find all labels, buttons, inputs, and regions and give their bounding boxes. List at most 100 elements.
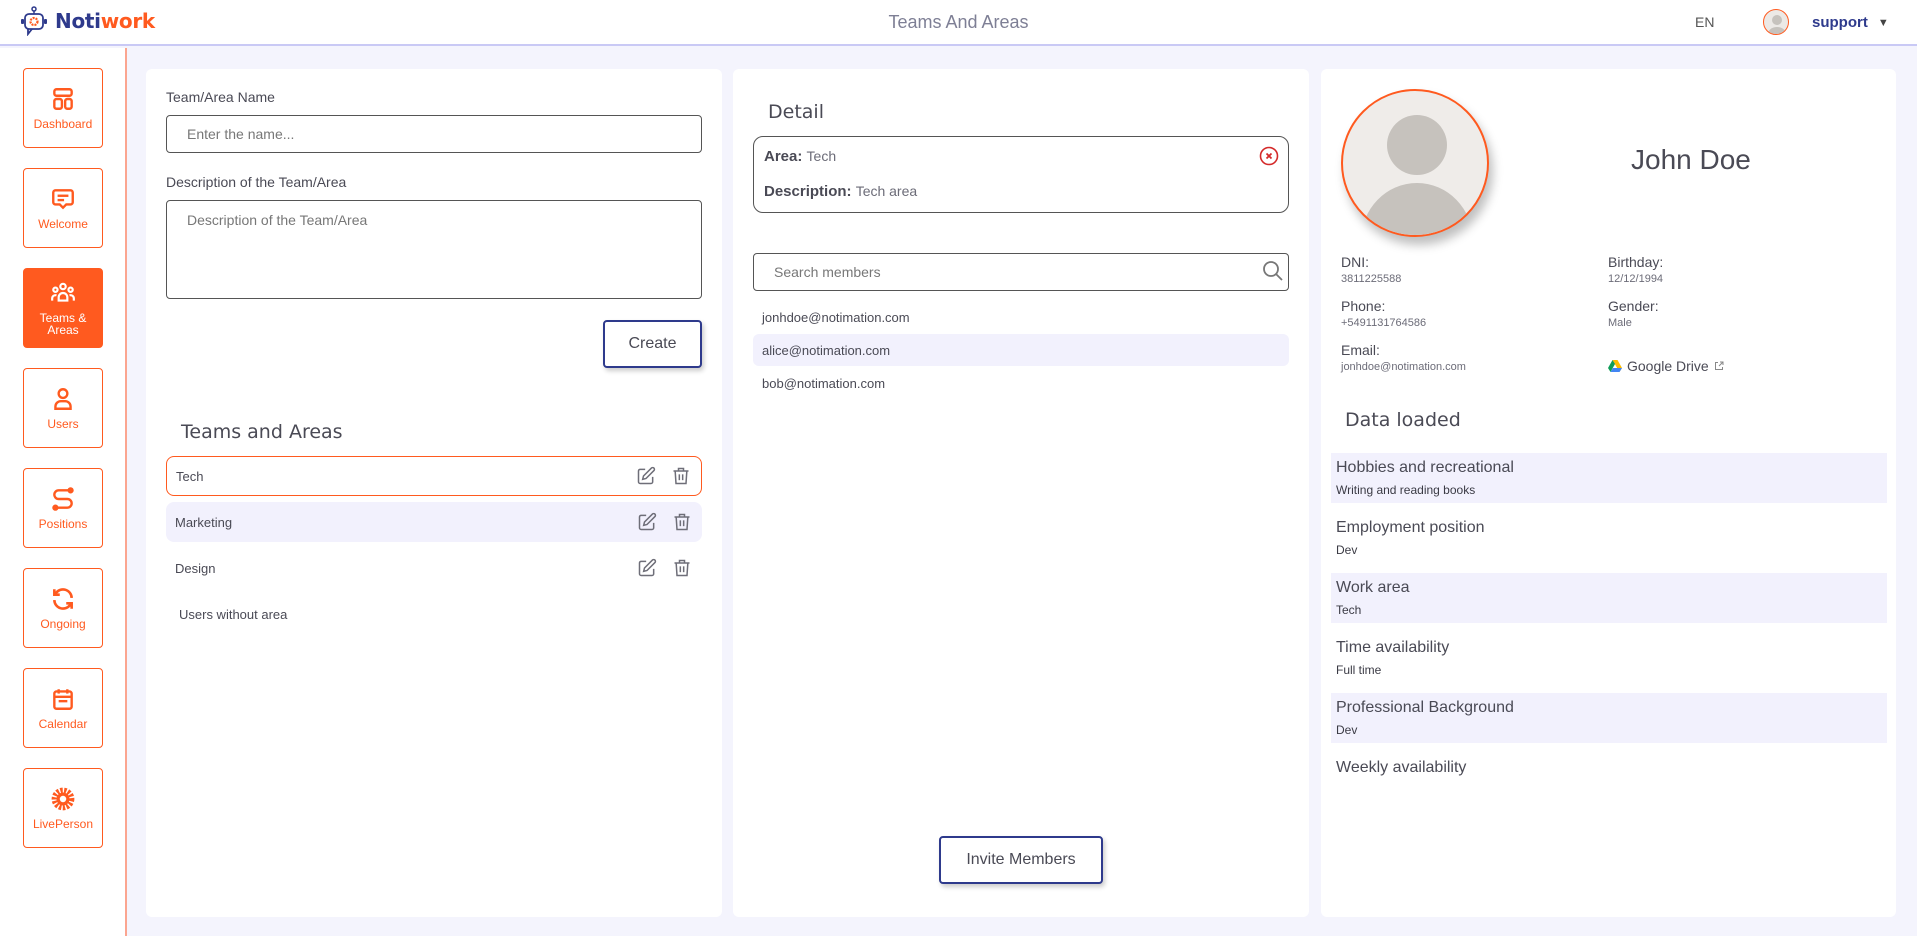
data-row: Employment position Dev [1331,513,1887,563]
area-line: Area: Tech [764,148,836,165]
sidebar-item-welcome[interactable]: Welcome [23,168,103,248]
header-avatar[interactable] [1763,9,1789,35]
data-label: Work area [1336,579,1410,596]
refresh-icon [53,588,73,610]
description-value: Tech area [855,183,918,199]
area-value: Tech [806,148,837,164]
team-row[interactable]: Marketing [166,502,702,542]
profile-name: John Doe [1631,144,1751,175]
invite-members-button[interactable]: Invite Members [939,836,1103,884]
gender-field: Gender: Male [1608,298,1659,329]
brand-name: Notiwork [55,9,155,33]
data-row: Work area Tech [1331,573,1887,623]
field-label: Phone: [1341,298,1386,314]
edit-icon[interactable] [637,512,657,532]
search-members-input[interactable] [753,253,1289,291]
data-label: Weekly availability [1336,759,1467,776]
trash-icon[interactable] [672,558,692,578]
brand-name-part2: work [100,9,155,33]
gear-icon [51,787,75,811]
edit-icon[interactable] [637,558,657,578]
team-name: Marketing [175,514,233,530]
sidebar-item-label: Calendar [38,717,88,731]
team-name: Tech [176,468,204,484]
sidebar-item-positions[interactable]: Positions [23,468,103,548]
team-description-label: Description of the Team/Area [166,174,347,190]
sidebar-item-users[interactable]: Users [23,368,103,448]
team-name-input[interactable] [166,115,702,153]
trash-icon[interactable] [671,466,691,486]
user-placeholder-icon [1768,15,1786,34]
team-row[interactable]: Tech [166,456,702,496]
create-button[interactable]: Create [603,320,702,368]
trash-icon[interactable] [672,512,692,532]
google-drive-link[interactable]: Google Drive [1608,358,1724,374]
data-value: Tech [1336,603,1362,617]
caret-down-icon: ▼ [1877,16,1889,29]
team-description-input[interactable] [166,200,702,299]
message-icon [52,189,74,210]
birthday-field: Birthday: 12/12/1994 [1608,254,1663,285]
search-icon[interactable] [1261,259,1285,283]
field-value: 12/12/1994 [1608,273,1664,285]
sidebar-item-calendar[interactable]: Calendar [23,668,103,748]
data-label: Professional Background [1336,699,1514,716]
data-label: Hobbies and recreational [1336,459,1514,476]
sidebar-item-dashboard[interactable]: Dashboard [23,68,103,148]
field-label: Gender: [1608,298,1659,314]
brand-logo[interactable]: Notiwork [18,6,155,36]
description-line: Description: Tech area [764,183,917,200]
edit-icon[interactable] [636,466,656,486]
user-placeholder-icon [1361,115,1473,235]
sidebar: Dashboard Welcome Teams & Areas Users Po… [0,48,127,936]
data-label: Employment position [1336,519,1485,536]
username: support [1812,14,1868,31]
data-value: Writing and reading books [1336,483,1476,497]
google-drive-label: Google Drive [1627,358,1709,374]
field-value: jonhdoe@notimation.com [1341,361,1466,373]
team-row[interactable]: Design [166,548,702,588]
google-drive-icon [1608,360,1622,372]
data-row: Time availability Full time [1331,633,1887,683]
member-item[interactable]: jonhdoe@notimation.com [753,301,1289,333]
teams-form-panel: Team/Area Name Description of the Team/A… [146,69,722,917]
detail-panel: Detail Area: Tech Description: Tech area… [733,69,1309,917]
description-label: Description: [764,183,852,200]
field-label: Email: [1341,342,1380,358]
detail-title: Detail [768,101,824,123]
area-detail-card: Area: Tech Description: Tech area [753,136,1289,213]
page-title: Teams And Areas [888,12,1029,32]
field-value: +5491131764586 [1341,317,1427,329]
team-icon [51,282,75,302]
robot-logo-icon [21,6,47,36]
profile-avatar [1341,89,1489,237]
external-link-icon [1714,361,1724,370]
route-icon [52,487,74,511]
sidebar-item-label: Users [47,417,79,431]
field-value: 3811225588 [1341,273,1402,285]
close-circle-icon[interactable] [1259,146,1279,166]
user-icon [54,388,72,410]
language-selector[interactable]: EN [1695,14,1714,30]
member-item[interactable]: bob@notimation.com [753,367,1289,399]
sidebar-item-ongoing[interactable]: Ongoing [23,568,103,648]
data-value: Dev [1336,723,1358,737]
teams-section-title: Teams and Areas [181,421,343,443]
profile-panel: John Doe DNI: 3811225588 Birthday: 12/12… [1321,69,1896,917]
sidebar-item-label: LivePerson [32,817,94,831]
phone-field: Phone: +5491131764586 [1341,298,1426,329]
team-name-label: Team/Area Name [166,89,275,105]
user-menu[interactable]: support ▼ [1812,14,1889,31]
sidebar-item-teams-areas[interactable]: Teams & Areas [23,268,103,348]
users-without-area-link[interactable]: Users without area [179,607,287,622]
member-item[interactable]: alice@notimation.com [753,334,1289,366]
field-value: Male [1608,317,1632,329]
calendar-icon [53,689,73,710]
sidebar-item-liveperson[interactable]: LivePerson [23,768,103,848]
sidebar-item-label: Dashboard [33,117,93,131]
field-label: DNI: [1341,254,1369,270]
data-value: Full time [1336,663,1382,677]
data-value: Dev [1336,543,1358,557]
data-row: Hobbies and recreational Writing and rea… [1331,453,1887,503]
data-label: Time availability [1336,639,1450,656]
